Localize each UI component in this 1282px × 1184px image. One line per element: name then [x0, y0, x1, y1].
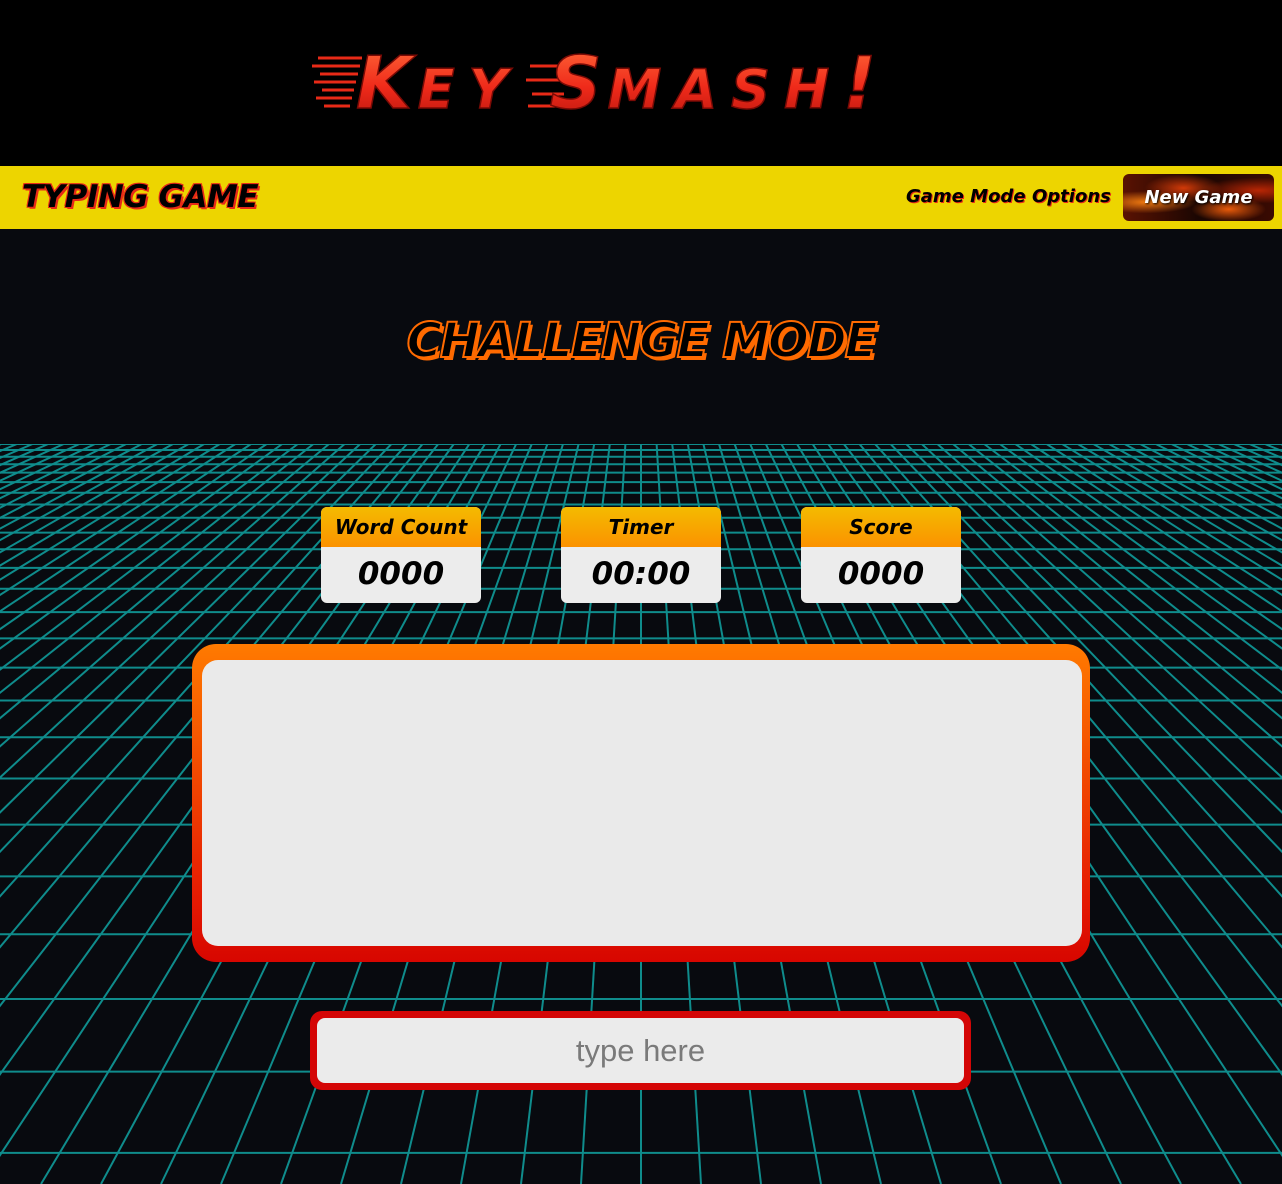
logo-letters: MASH — [608, 58, 844, 121]
typing-input[interactable] — [317, 1018, 964, 1083]
score-value: 0000 — [837, 556, 925, 592]
typing-input-frame — [310, 1011, 971, 1090]
timer-card: Timer 00:00 — [561, 507, 721, 603]
grid-radial-line — [1264, 444, 1282, 453]
word-count-value: 0000 — [357, 556, 445, 592]
logo-letter: S — [550, 41, 602, 125]
logo-letter: K — [356, 41, 417, 125]
brand-title: TYPING GAME — [22, 179, 259, 215]
nav-link-options[interactable]: Options — [1032, 186, 1111, 207]
grid-radial-line — [0, 444, 158, 530]
grid-radial-line — [1108, 444, 1282, 542]
grid-radial-line — [0, 444, 96, 491]
grid-radial-line — [0, 444, 18, 453]
new-game-button[interactable]: New Game — [1123, 174, 1274, 221]
logo-letter: ! — [843, 41, 876, 125]
word-display — [202, 660, 1082, 946]
mode-title: CHALLENGE MODE — [406, 312, 879, 370]
word-count-card: Word Count 0000 — [321, 507, 481, 603]
grid-radial-line — [1139, 444, 1282, 519]
score-label: Score — [801, 507, 961, 547]
game-page: K EY S MASH! TYPING GAME Game Mode Options … — [0, 0, 1282, 1184]
word-display-frame — [192, 644, 1090, 962]
timer-value: 00:00 — [591, 556, 691, 592]
word-count-label: Word Count — [321, 507, 481, 547]
logo-letters: EY — [418, 58, 522, 121]
main-area: CHALLENGE MODE Word Count 0000 Timer 00:… — [0, 229, 1282, 1184]
grid-radial-line — [1186, 444, 1282, 491]
logo-header: K EY S MASH! — [0, 0, 1282, 166]
svg-text:KEYSMASH!: K EY S MASH! — [356, 41, 876, 125]
score-card: Score 0000 — [801, 507, 961, 603]
timer-label: Timer — [561, 507, 721, 547]
grid-radial-line — [1124, 444, 1282, 530]
key-smash-logo: K EY S MASH! — [312, 40, 877, 126]
nav-bar: TYPING GAME Game Mode Options New Game — [0, 166, 1282, 229]
grid-radial-line — [0, 444, 174, 542]
grid-radial-line — [0, 444, 143, 519]
nav-link-game-mode[interactable]: Game Mode — [906, 186, 1026, 207]
